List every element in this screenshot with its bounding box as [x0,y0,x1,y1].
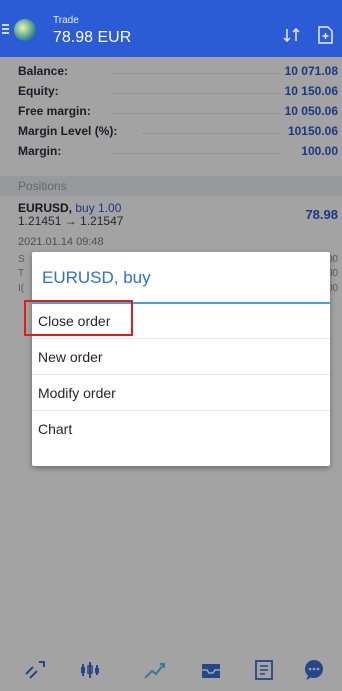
modify-order-label: Modify order [38,385,116,401]
new-order-option[interactable]: New order [32,340,330,375]
globe-icon [14,19,36,41]
sort-icon[interactable] [283,28,301,42]
close-order-label: Close order [38,313,111,329]
close-order-option[interactable]: Close order [24,300,330,339]
position-detail-label: I( [18,283,25,294]
position-datetime: 2021.01.14 09:48 [18,236,104,248]
document-plus-icon[interactable] [317,26,333,44]
position-detail-label: T [18,268,25,279]
position-detail-label: S [18,254,25,265]
dialog-title: EURUSD, buy [42,268,151,287]
menu-icon[interactable] [2,24,9,36]
top-bar: Trade 78.98 EUR [0,0,342,57]
header-profit-value: 78.98 EUR [53,29,132,46]
modify-order-option[interactable]: Modify order [32,376,330,411]
header-title: Trade [53,15,79,26]
app-frame: Trade 78.98 EUR Balance: 10 071.08 Equit… [0,0,342,691]
new-order-label: New order [38,349,103,365]
order-context-dialog: EURUSD, buy Close order New order Modify… [24,252,330,466]
chart-option[interactable]: Chart [32,412,330,447]
chart-label: Chart [38,421,73,437]
